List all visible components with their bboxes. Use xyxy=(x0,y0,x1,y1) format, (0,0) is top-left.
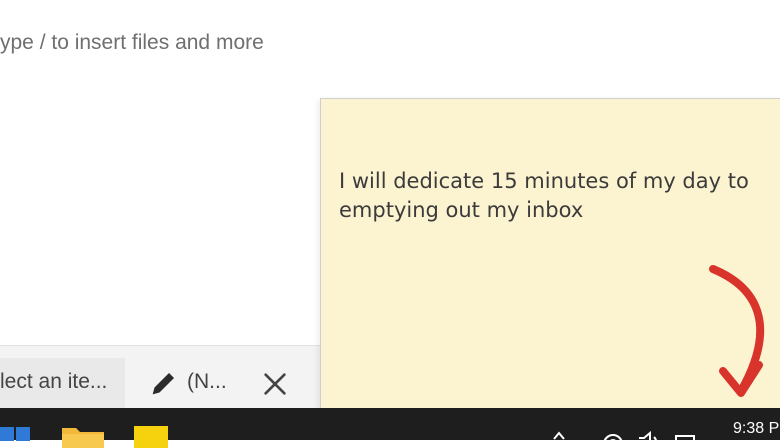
tab-new-note-label: (N... xyxy=(187,370,227,393)
battery-icon[interactable] xyxy=(672,430,698,448)
tab-select-item-label: lect an ite... xyxy=(0,370,108,393)
wifi-icon[interactable] xyxy=(600,430,626,448)
taskbar: 9:38 P xyxy=(0,408,780,448)
document-hint: ype / to insert files and more xyxy=(0,31,264,54)
tab-strip: lect an ite... (N... xyxy=(0,345,320,409)
sticky-notes-icon[interactable] xyxy=(134,424,168,448)
tab-select-item[interactable]: lect an ite... xyxy=(0,358,125,409)
volume-icon[interactable] xyxy=(636,430,662,448)
tab-new-note[interactable]: (N... xyxy=(135,358,320,409)
chevron-up-icon[interactable] xyxy=(553,430,565,440)
curved-arrow-icon xyxy=(709,265,765,397)
file-explorer-icon[interactable] xyxy=(62,424,104,448)
taskbar-clock[interactable]: 9:38 P xyxy=(733,420,779,438)
sticky-note-text[interactable]: I will dedicate 15 minutes of my day to … xyxy=(339,167,759,225)
close-icon[interactable] xyxy=(259,368,291,400)
sticky-note[interactable]: I will dedicate 15 minutes of my day to … xyxy=(320,98,780,412)
windows-start-icon[interactable] xyxy=(0,424,32,448)
pencil-icon xyxy=(152,373,174,395)
